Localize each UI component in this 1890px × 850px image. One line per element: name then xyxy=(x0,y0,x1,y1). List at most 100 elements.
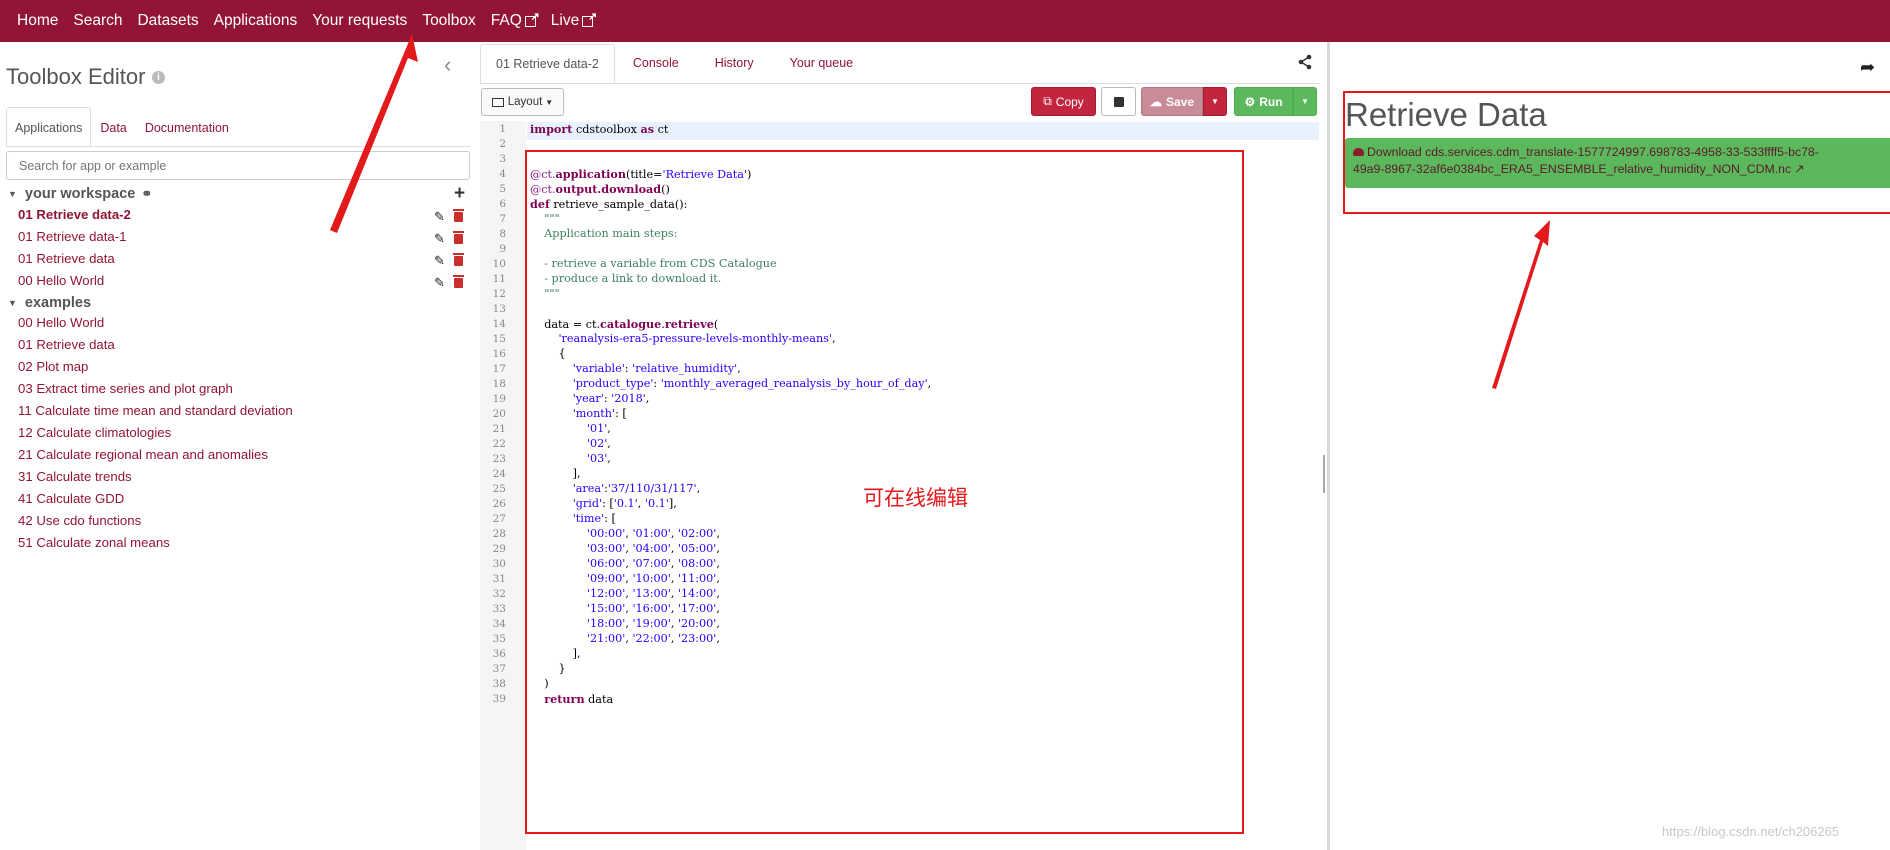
layout-label: Layout xyxy=(507,96,543,108)
examples-label: examples xyxy=(24,295,92,311)
nav-applications[interactable]: Applications xyxy=(214,12,298,30)
cloud-upload-icon: ☁ xyxy=(1149,94,1162,109)
external-link-icon xyxy=(582,10,597,27)
floppy-disk-icon xyxy=(1113,96,1124,107)
external-link-icon xyxy=(524,10,540,27)
save-local-button[interactable] xyxy=(1101,87,1136,116)
nav-home[interactable]: Home xyxy=(17,12,58,30)
line-number: 21 xyxy=(492,423,506,435)
line-number: 15 xyxy=(492,333,506,345)
tab-documentation[interactable]: Documentation xyxy=(136,107,238,147)
tab-your-queue[interactable]: Your queue xyxy=(772,44,872,84)
line-number: 4 xyxy=(499,168,506,180)
share-forward-icon[interactable]: ➦ xyxy=(1860,57,1875,78)
share-icon[interactable] xyxy=(1297,54,1313,70)
splitter-grip[interactable] xyxy=(1323,455,1325,493)
example-item[interactable]: 51 Calculate zonal means xyxy=(18,535,170,550)
layout-dropdown[interactable]: Layout ▼ xyxy=(481,88,564,116)
run-options-button[interactable]: ▼ xyxy=(1293,87,1317,116)
nav-faq[interactable]: FAQ xyxy=(491,10,540,30)
example-item[interactable]: 02 Plot map xyxy=(18,359,88,374)
example-item[interactable]: 31 Calculate trends xyxy=(18,469,132,484)
examples-header[interactable]: ▼ examples xyxy=(8,295,91,311)
example-item[interactable]: 21 Calculate regional mean and anomalies xyxy=(18,447,268,462)
search-input[interactable] xyxy=(6,151,470,180)
pencil-icon[interactable]: ✎ xyxy=(434,209,450,224)
trash-icon[interactable] xyxy=(453,209,465,222)
line-number: 17 xyxy=(492,363,506,375)
top-nav: Home Search Datasets Applications Your r… xyxy=(0,0,1890,42)
nav-search[interactable]: Search xyxy=(73,12,122,30)
nav-live[interactable]: Live xyxy=(550,10,597,30)
line-number: 1 xyxy=(499,123,506,135)
example-item[interactable]: 12 Calculate climatologies xyxy=(18,425,171,440)
example-item[interactable]: 11 Calculate time mean and standard devi… xyxy=(18,403,293,418)
panel-splitter[interactable] xyxy=(1327,42,1330,850)
workspace-item[interactable]: 01 Retrieve data-1 xyxy=(18,229,127,244)
copy-icon: ⧉ xyxy=(1043,94,1052,108)
save-options-button[interactable]: ▼ xyxy=(1203,87,1227,116)
annotation-box xyxy=(1343,91,1890,214)
line-number: 16 xyxy=(492,348,506,360)
trash-icon[interactable] xyxy=(453,253,465,266)
workspace-item[interactable]: 01 Retrieve data-2 xyxy=(18,207,131,222)
nav-live-label: Live xyxy=(550,12,580,29)
chevron-left-icon[interactable]: ‹ xyxy=(444,52,451,78)
item-actions: ✎ xyxy=(434,209,465,224)
share-icon[interactable]: ⚭ xyxy=(141,186,152,202)
pencil-icon[interactable]: ✎ xyxy=(434,275,450,290)
workspace-item[interactable]: 00 Hello World xyxy=(18,273,104,288)
item-actions: ✎ xyxy=(434,253,465,268)
trash-icon[interactable] xyxy=(453,275,465,288)
tab-data[interactable]: Data xyxy=(91,107,135,147)
item-actions: ✎ xyxy=(434,275,465,290)
workspace-header[interactable]: ▼ your workspace ⚭ xyxy=(8,186,152,202)
line-number: 25 xyxy=(492,483,506,495)
copy-label: Copy xyxy=(1055,94,1084,109)
run-label: Run xyxy=(1259,94,1283,109)
nav-your-requests[interactable]: Your requests xyxy=(312,12,407,30)
example-item[interactable]: 42 Use cdo functions xyxy=(18,513,141,528)
line-number: 29 xyxy=(492,543,506,555)
line-number: 22 xyxy=(492,438,506,450)
example-item[interactable]: 03 Extract time series and plot graph xyxy=(18,381,233,396)
example-item[interactable]: 41 Calculate GDD xyxy=(18,491,124,506)
line-number: 32 xyxy=(492,588,506,600)
info-icon[interactable]: i xyxy=(152,71,165,84)
line-number: 23 xyxy=(492,453,506,465)
caret-down-icon: ▼ xyxy=(1211,97,1219,106)
copy-button[interactable]: ⧉ Copy xyxy=(1031,87,1096,116)
pencil-icon[interactable]: ✎ xyxy=(434,253,450,268)
tab-applications[interactable]: Applications xyxy=(6,107,92,147)
caret-down-icon: ▼ xyxy=(8,298,17,308)
run-button[interactable]: ⚙ Run xyxy=(1234,87,1293,116)
watermark: https://blog.csdn.net/ch206265 xyxy=(1662,824,1840,839)
trash-icon[interactable] xyxy=(453,231,465,244)
line-number: 24 xyxy=(492,468,506,480)
line-number: 20 xyxy=(492,408,506,420)
save-button[interactable]: ☁ Save xyxy=(1141,87,1203,116)
nav-toolbox[interactable]: Toolbox xyxy=(422,12,475,30)
plus-icon[interactable]: + xyxy=(454,183,465,205)
line-number: 12 xyxy=(492,288,506,300)
line-number: 8 xyxy=(499,228,506,240)
line-number: 18 xyxy=(492,378,506,390)
tab-retrieve-data-2[interactable]: 01 Retrieve data-2 xyxy=(480,44,615,84)
line-number: 2 xyxy=(499,138,506,150)
example-item[interactable]: 01 Retrieve data xyxy=(18,337,115,352)
annotation-arrow xyxy=(1492,220,1550,389)
example-item[interactable]: 00 Hello World xyxy=(18,315,104,330)
line-number: 31 xyxy=(492,573,506,585)
editor-tabs: 01 Retrieve data-2 Console History Your … xyxy=(480,44,871,84)
page-title: Toolbox Editor xyxy=(6,64,146,89)
line-number: 34 xyxy=(492,618,506,630)
gear-icon: ⚙ xyxy=(1244,94,1256,109)
tab-console[interactable]: Console xyxy=(615,44,697,84)
monitor-icon xyxy=(491,97,504,107)
tab-history[interactable]: History xyxy=(697,44,772,84)
code-line: import cdstoolbox as ct xyxy=(530,122,669,136)
line-number: 19 xyxy=(492,393,506,405)
workspace-item[interactable]: 01 Retrieve data xyxy=(18,251,115,266)
nav-datasets[interactable]: Datasets xyxy=(137,12,198,30)
pencil-icon[interactable]: ✎ xyxy=(434,231,450,246)
